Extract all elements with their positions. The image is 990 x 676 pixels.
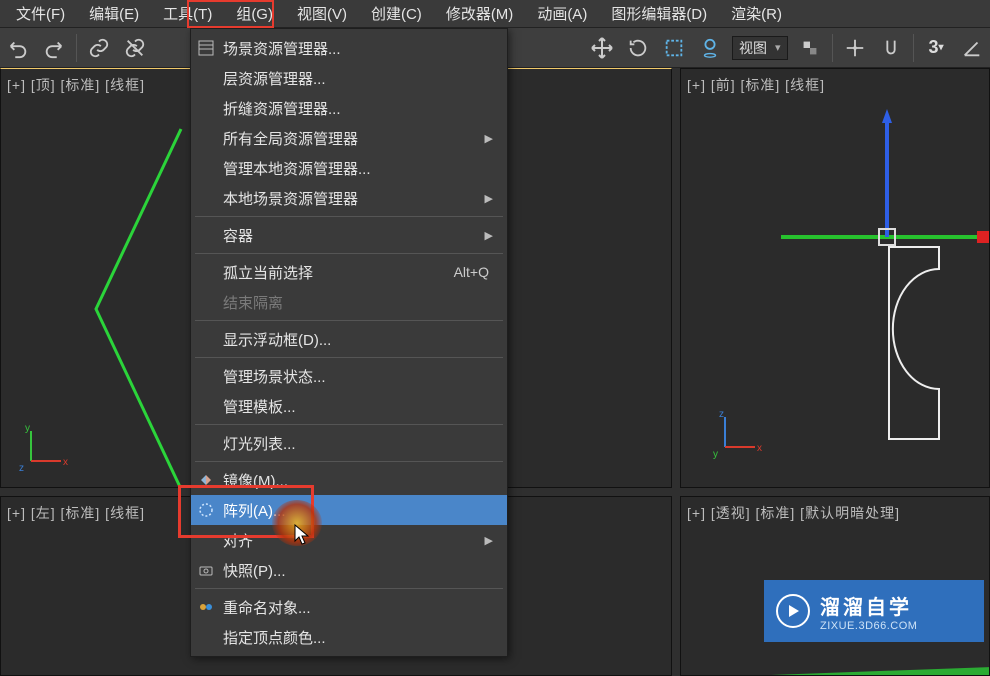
menu-fold-explorer[interactable]: 折缝资源管理器...	[191, 93, 507, 123]
menu-manage-templates[interactable]: 管理模板...	[191, 391, 507, 421]
menu-mirror[interactable]: 镜像(M)...	[191, 465, 507, 495]
watermark-url: ZIXUE.3D66.COM	[820, 620, 917, 632]
menu-separator	[195, 461, 503, 462]
menu-light-list[interactable]: 灯光列表...	[191, 428, 507, 458]
axis-gizmo-front: z x y	[713, 409, 763, 459]
menu-all-global-explorers[interactable]: 所有全局资源管理器 ▶	[191, 123, 507, 153]
menu-isolate-selection[interactable]: 孤立当前选择 Alt+Q	[191, 257, 507, 287]
scene-explorer-icon	[197, 39, 215, 57]
menu-container[interactable]: 容器 ▶	[191, 220, 507, 250]
menu-create[interactable]: 创建(C)	[359, 0, 434, 27]
menu-end-isolate: 结束隔离	[191, 287, 507, 317]
menu-manage-local-explorers[interactable]: 管理本地资源管理器...	[191, 153, 507, 183]
menu-rename-objects[interactable]: 重命名对象...	[191, 592, 507, 622]
menu-tools[interactable]: 工具(T)	[151, 0, 224, 27]
menu-group[interactable]: 组(G)	[224, 0, 285, 27]
viewport-label-left: [+] [左] [标准] [线框]	[7, 503, 145, 523]
snap-toggle-icon[interactable]	[875, 32, 907, 64]
submenu-arrow-icon: ▶	[485, 229, 497, 242]
svg-text:z: z	[19, 463, 24, 473]
axis-gizmo-top: y x z	[19, 423, 69, 473]
menu-align[interactable]: 对齐 ▶	[191, 525, 507, 555]
viewport-front[interactable]: [+] [前] [标准] [线框] z x y	[680, 68, 990, 488]
menu-layer-explorer[interactable]: 层资源管理器...	[191, 63, 507, 93]
snap-move-icon[interactable]	[839, 32, 871, 64]
menu-edit[interactable]: 编辑(E)	[77, 0, 151, 27]
move-icon[interactable]	[586, 32, 618, 64]
menu-file[interactable]: 文件(F)	[4, 0, 77, 27]
redo-icon[interactable]	[38, 32, 70, 64]
watermark-title: 溜溜自学	[820, 591, 917, 620]
submenu-arrow-icon: ▶	[485, 534, 497, 547]
menu-render[interactable]: 渲染(R)	[719, 0, 794, 27]
toolbar-separator	[913, 34, 914, 62]
reference-coord-dropdown[interactable]: 视图	[732, 36, 788, 60]
tools-dropdown: 场景资源管理器... 层资源管理器... 折缝资源管理器... 所有全局资源管理…	[190, 28, 508, 657]
menu-separator	[195, 320, 503, 321]
scale-icon[interactable]	[658, 32, 690, 64]
snap-3-icon[interactable]: 3▾	[920, 32, 952, 64]
watermark-play-icon	[776, 594, 810, 628]
mirror-icon	[197, 471, 215, 489]
menu-grapheditors[interactable]: 图形编辑器(D)	[599, 0, 719, 27]
menu-modifiers[interactable]: 修改器(M)	[434, 0, 526, 27]
reference-coord-label: 视图	[739, 38, 767, 58]
menu-separator	[195, 253, 503, 254]
array-icon	[197, 501, 215, 519]
menu-scene-explorer[interactable]: 场景资源管理器...	[191, 33, 507, 63]
link-icon[interactable]	[83, 32, 115, 64]
menu-array[interactable]: 阵列(A)...	[191, 495, 507, 525]
svg-text:x: x	[757, 443, 762, 454]
shortcut-label: Alt+Q	[454, 264, 497, 280]
menu-separator	[195, 216, 503, 217]
menu-float-viewport[interactable]: 显示浮动框(D)...	[191, 324, 507, 354]
submenu-arrow-icon: ▶	[485, 132, 497, 145]
menu-manage-scene-states[interactable]: 管理场景状态...	[191, 361, 507, 391]
rename-icon	[197, 598, 215, 616]
svg-text:z: z	[719, 409, 724, 420]
svg-text:y: y	[25, 423, 30, 434]
menu-assign-vertex-color[interactable]: 指定顶点颜色...	[191, 622, 507, 652]
menu-separator	[195, 357, 503, 358]
menu-snapshot[interactable]: 快照(P)...	[191, 555, 507, 585]
menu-animation[interactable]: 动画(A)	[525, 0, 599, 27]
snapshot-icon	[197, 561, 215, 579]
placement-icon[interactable]	[694, 32, 726, 64]
toolbar-separator	[76, 34, 77, 62]
submenu-arrow-icon: ▶	[485, 192, 497, 205]
undo-icon[interactable]	[2, 32, 34, 64]
usecenter-icon[interactable]	[794, 32, 826, 64]
rotate-icon[interactable]	[622, 32, 654, 64]
watermark: 溜溜自学 ZIXUE.3D66.COM	[764, 580, 984, 642]
toolbar-separator	[832, 34, 833, 62]
svg-text:x: x	[63, 457, 68, 468]
unlink-icon[interactable]	[119, 32, 151, 64]
menu-view[interactable]: 视图(V)	[285, 0, 359, 27]
menubar: 文件(F) 编辑(E) 工具(T) 组(G) 视图(V) 创建(C) 修改器(M…	[0, 0, 990, 28]
menu-separator	[195, 424, 503, 425]
menu-local-scene-explorers[interactable]: 本地场景资源管理器 ▶	[191, 183, 507, 213]
svg-text:y: y	[713, 449, 718, 459]
angle-snap-icon[interactable]	[956, 32, 988, 64]
menu-separator	[195, 588, 503, 589]
